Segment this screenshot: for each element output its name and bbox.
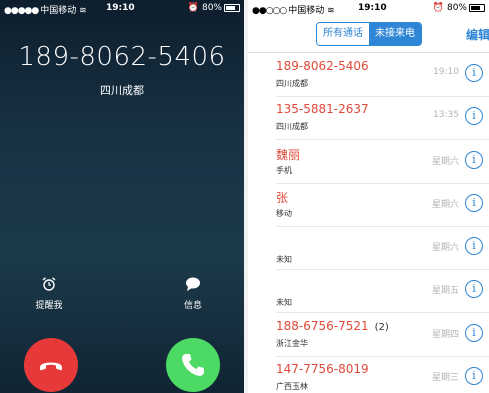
- battery-status: ⏰ 80%: [433, 3, 485, 13]
- carrier: ●●●●● 中国移动 ≋: [4, 6, 87, 16]
- battery-icon: [224, 3, 240, 12]
- call-count: (2): [374, 322, 389, 333]
- battery-status: ⏰ 80%: [188, 3, 240, 13]
- caller-detail: 未知: [276, 255, 292, 264]
- caller-name: 张: [276, 191, 289, 205]
- caller-name: 189-8062-5406: [276, 59, 369, 73]
- info-icon[interactable]: i: [465, 194, 483, 212]
- recents-screen: ●●○○○ 中国移动 ≋ 19:10 ⏰ 80% 所有通话 未接来电 编辑 189-…: [248, 0, 489, 393]
- call-row[interactable]: 魏丽 手机 星期六 i: [276, 140, 489, 184]
- info-icon[interactable]: i: [465, 151, 483, 169]
- call-row[interactable]: 189-8062-5406 四川成都 19:10 i: [276, 53, 489, 97]
- decline-call-icon: [40, 362, 62, 371]
- call-row[interactable]: 188-6756-7521 (2) 浙江金华 星期四 i: [276, 313, 489, 357]
- accept-call-icon: [182, 354, 204, 376]
- caller-name: 魏丽: [276, 148, 301, 162]
- incoming-call-screen: ●●●●● 中国移动 ≋ 19:10 ⏰ 80% 189-8062-5406 四川…: [0, 0, 244, 393]
- caller-detail: 浙江金华: [276, 339, 308, 348]
- remind-me-label: 提醒我: [35, 301, 63, 311]
- call-time: 星期六: [431, 200, 459, 210]
- caller-name: 147-7756-8019: [276, 362, 369, 376]
- call-time: 星期五: [431, 286, 459, 296]
- info-icon[interactable]: i: [465, 107, 483, 125]
- edit-button[interactable]: 编辑: [466, 26, 489, 43]
- battery-icon: [469, 3, 485, 12]
- call-time: 13:35: [433, 110, 459, 120]
- caller-detail: 未知: [276, 298, 292, 307]
- alarm-status-icon: ⏰: [432, 3, 445, 13]
- call-time: 星期四: [431, 330, 459, 340]
- decline-call-button[interactable]: [24, 338, 78, 392]
- caller-number: 189-8062-5406: [18, 42, 226, 72]
- carrier: ●●○○○ 中国移动 ≋: [252, 6, 335, 16]
- call-row[interactable]: 未知 星期六 i: [276, 226, 489, 270]
- accept-call-button[interactable]: [166, 338, 220, 392]
- wifi-icon: ≋: [79, 6, 87, 16]
- caller-detail: 四川成都: [276, 79, 308, 88]
- caller-detail: 手机: [276, 166, 292, 175]
- message-button[interactable]: 信息: [158, 276, 228, 311]
- alarm-status-icon: ⏰: [187, 3, 200, 13]
- info-icon[interactable]: i: [465, 237, 483, 255]
- info-icon[interactable]: i: [465, 367, 483, 385]
- status-time: 19:10: [106, 3, 135, 13]
- tab-all-calls[interactable]: 所有通话: [317, 23, 369, 45]
- caller-detail: 广西玉林: [276, 382, 308, 391]
- caller-detail: 移动: [276, 209, 292, 218]
- call-row[interactable]: 135-5881-2637 四川成都 13:35 i: [276, 96, 489, 140]
- status-bar: ●●○○○ 中国移动 ≋ 19:10 ⏰ 80%: [248, 0, 489, 16]
- call-time: 星期六: [431, 243, 459, 253]
- caller-detail: 四川成都: [276, 122, 308, 131]
- call-time: 星期六: [431, 157, 459, 167]
- call-time: 星期三: [431, 373, 459, 383]
- status-time: 19:10: [358, 3, 387, 13]
- call-filter-segmented-control: 所有通话 未接来电: [316, 22, 422, 46]
- call-row[interactable]: 147-7756-8019 广西玉林 星期三 i: [276, 356, 489, 393]
- info-icon[interactable]: i: [465, 280, 483, 298]
- info-icon[interactable]: i: [465, 64, 483, 82]
- remind-me-button[interactable]: 提醒我: [14, 276, 84, 311]
- status-bar: ●●●●● 中国移动 ≋ 19:10 ⏰ 80%: [0, 0, 244, 16]
- message-icon: [186, 277, 200, 291]
- caller-name: 135-5881-2637: [276, 102, 369, 116]
- alarm-icon: [42, 277, 56, 291]
- call-row[interactable]: 未知 星期五 i: [276, 269, 489, 313]
- info-icon[interactable]: i: [465, 324, 483, 342]
- call-row[interactable]: 张 移动 星期六 i: [276, 183, 489, 227]
- wifi-icon: ≋: [327, 6, 335, 16]
- caller-name: 188-6756-7521 (2): [276, 319, 389, 333]
- recents-nav-bar: 所有通话 未接来电 编辑: [248, 16, 489, 53]
- message-label: 信息: [183, 301, 202, 311]
- caller-location: 四川成都: [100, 84, 144, 97]
- tab-missed-calls[interactable]: 未接来电: [369, 23, 421, 45]
- call-time: 19:10: [433, 67, 459, 77]
